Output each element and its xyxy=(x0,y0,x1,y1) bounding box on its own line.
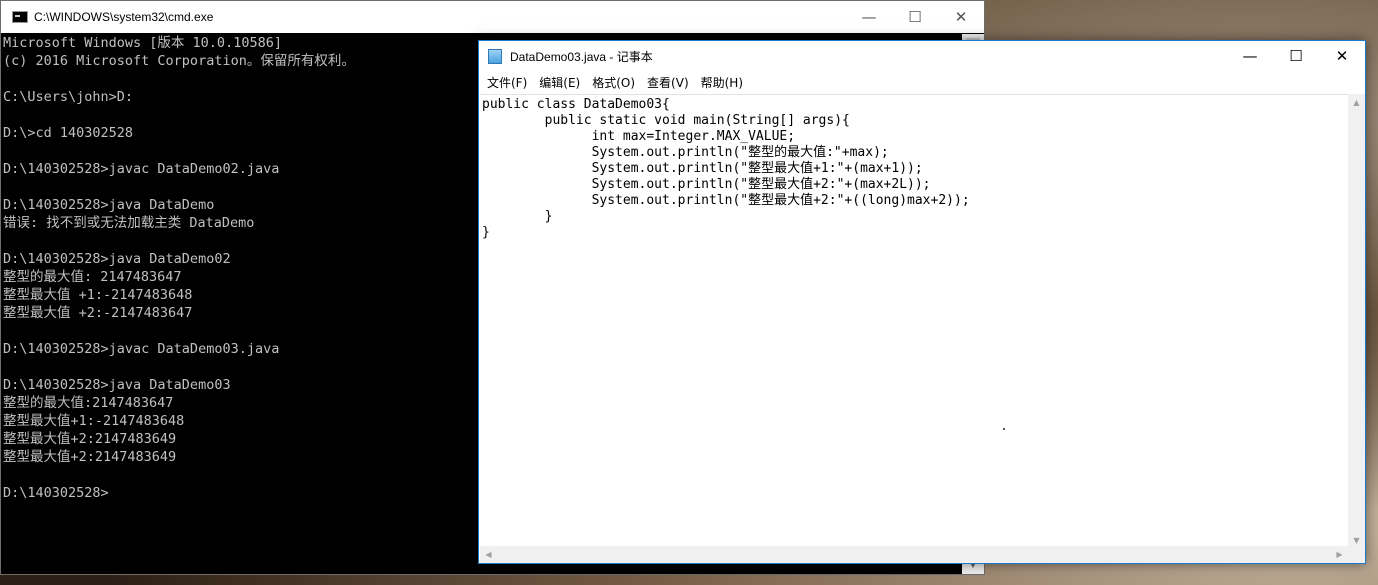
notepad-close-button[interactable]: ✕ xyxy=(1319,41,1365,71)
notepad-window[interactable]: DataDemo03.java - 记事本 — ☐ ✕ 文件(F) 编辑(E) … xyxy=(478,40,1366,564)
notepad-titlebar[interactable]: DataDemo03.java - 记事本 — ☐ ✕ xyxy=(479,41,1365,71)
notepad-window-title: DataDemo03.java - 记事本 xyxy=(510,49,653,64)
notepad-text-area[interactable]: public class DataDemo03{ public static v… xyxy=(480,94,1348,549)
console-icon xyxy=(12,11,28,23)
notepad-icon xyxy=(488,48,502,64)
menu-format[interactable]: 格式(O) xyxy=(586,74,641,91)
cmd-window-title: C:\WINDOWS\system32\cmd.exe xyxy=(34,10,214,24)
menu-edit[interactable]: 编辑(E) xyxy=(533,74,586,91)
cmd-titlebar[interactable]: C:\WINDOWS\system32\cmd.exe — ☐ ✕ xyxy=(1,1,984,33)
scroll-left-arrow-icon[interactable]: ◀ xyxy=(480,546,497,563)
notepad-minimize-button[interactable]: — xyxy=(1227,41,1273,71)
menu-help[interactable]: 帮助(H) xyxy=(695,74,749,91)
scroll-right-arrow-icon[interactable]: ▶ xyxy=(1331,546,1348,563)
scroll-up-arrow-icon[interactable]: ▲ xyxy=(1348,94,1365,111)
notepad-horizontal-scrollbar[interactable]: ◀ ▶ xyxy=(480,546,1348,563)
mouse-cursor-dot xyxy=(1003,428,1005,430)
cmd-close-button[interactable]: ✕ xyxy=(938,1,984,33)
cmd-minimize-button[interactable]: — xyxy=(846,1,892,33)
notepad-vertical-scrollbar[interactable]: ▲ ▼ xyxy=(1348,94,1365,549)
notepad-maximize-button[interactable]: ☐ xyxy=(1273,41,1319,71)
scrollbar-corner xyxy=(1348,546,1365,563)
menu-file[interactable]: 文件(F) xyxy=(481,74,533,91)
notepad-menubar: 文件(F) 编辑(E) 格式(O) 查看(V) 帮助(H) xyxy=(479,71,1365,93)
menu-view[interactable]: 查看(V) xyxy=(641,74,695,91)
cmd-maximize-button[interactable]: ☐ xyxy=(892,1,938,33)
